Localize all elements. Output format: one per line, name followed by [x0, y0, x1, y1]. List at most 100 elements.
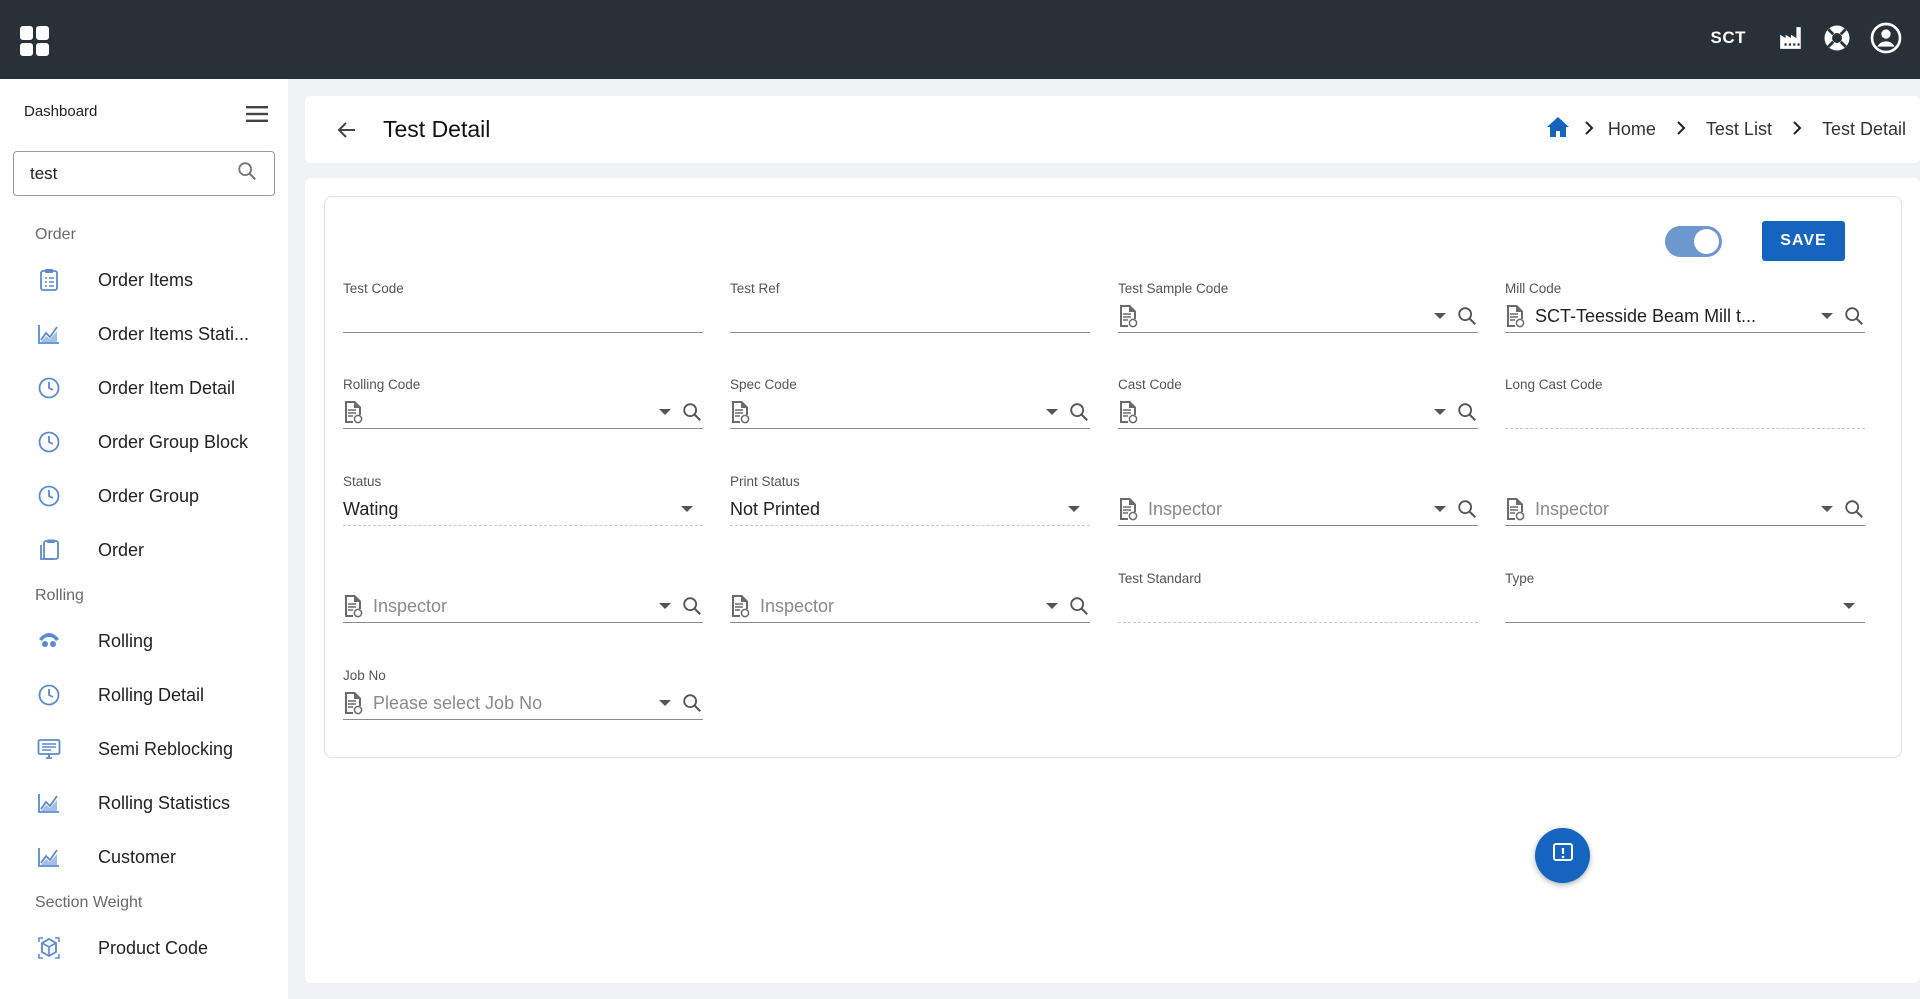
monitor-icon	[36, 736, 62, 762]
dropdown-arrow-icon[interactable]	[1434, 313, 1446, 319]
sidebar-item-semi-reblocking[interactable]: Semi Reblocking	[0, 722, 288, 776]
type-select[interactable]	[1505, 590, 1865, 623]
print-status-select[interactable]: Not Printed	[730, 493, 1090, 526]
sidebar-search-input[interactable]: test	[13, 151, 275, 196]
dropdown-arrow-icon[interactable]	[659, 700, 671, 706]
breadcrumb-home[interactable]: Home	[1608, 119, 1656, 140]
document-icon	[1120, 305, 1138, 328]
test-detail-form: SAVE Test Code Test Ref Test Sample Code	[324, 196, 1902, 758]
breadcrumb-test-list[interactable]: Test List	[1706, 119, 1772, 140]
sidebar-nav: Order Order Items Order Items Stati... O…	[0, 216, 288, 975]
search-icon[interactable]	[681, 692, 703, 714]
back-arrow-icon[interactable]	[335, 118, 359, 147]
page-header: Test Detail Home Test List Test Detail	[305, 96, 1920, 163]
document-icon	[345, 595, 363, 618]
dropdown-arrow-icon[interactable]	[1434, 409, 1446, 415]
sidebar-item-order-group[interactable]: Order Group	[0, 469, 288, 523]
field-value: SCT-Teesside Beam Mill t...	[1535, 305, 1757, 326]
factory-icon[interactable]	[1778, 25, 1804, 51]
sidebar: Dashboard test Order Order Items Order I…	[0, 79, 288, 999]
dropdown-arrow-icon[interactable]	[1821, 313, 1833, 319]
save-button[interactable]: SAVE	[1762, 221, 1845, 261]
cast-code-select[interactable]	[1118, 396, 1478, 429]
sidebar-item-order-items-statistics[interactable]: Order Items Stati...	[0, 307, 288, 361]
org-label[interactable]: SCT	[1711, 28, 1747, 48]
account-icon[interactable]	[1870, 22, 1902, 54]
spec-code-select[interactable]	[730, 396, 1090, 429]
field-value: Not Printed	[730, 498, 821, 519]
page-title: Test Detail	[383, 116, 491, 142]
sidebar-item-order-group-block[interactable]: Order Group Block	[0, 415, 288, 469]
search-icon[interactable]	[236, 160, 258, 187]
mill-code-select[interactable]: SCT-Teesside Beam Mill t...	[1505, 300, 1865, 333]
test-code-field: Test Code	[343, 281, 703, 341]
sidebar-item-rolling-statistics[interactable]: Rolling Statistics	[0, 776, 288, 830]
inspector-select-4[interactable]: Inspector	[730, 590, 1090, 623]
dropdown-arrow-icon[interactable]	[659, 603, 671, 609]
content-card: SAVE Test Code Test Ref Test Sample Code	[305, 178, 1920, 983]
test-sample-code-select[interactable]	[1118, 300, 1478, 333]
sidebar-item-product-code[interactable]: Product Code	[0, 921, 288, 975]
long-cast-code-input	[1505, 396, 1865, 429]
sidebar-item-order-items[interactable]: Order Items	[0, 253, 288, 307]
dropdown-arrow-icon[interactable]	[681, 506, 693, 512]
field-label: Spec Code	[730, 377, 797, 392]
sidebar-group-section-weight: Section Weight	[35, 894, 143, 911]
search-icon[interactable]	[1843, 498, 1865, 520]
spec-code-field: Spec Code	[730, 377, 1090, 437]
search-icon[interactable]	[1068, 401, 1090, 423]
support-icon[interactable]	[1822, 23, 1852, 53]
search-icon[interactable]	[1456, 401, 1478, 423]
rolling-icon	[36, 628, 62, 654]
inspector-select-2[interactable]: Inspector	[1505, 493, 1865, 526]
test-ref-input[interactable]	[730, 300, 1090, 333]
field-placeholder: Inspector	[373, 595, 448, 616]
dropdown-arrow-icon[interactable]	[1843, 603, 1855, 609]
sidebar-item-rolling[interactable]: Rolling	[0, 614, 288, 668]
menu-icon[interactable]	[246, 105, 268, 128]
document-icon	[732, 595, 750, 618]
document-icon	[1507, 305, 1525, 328]
inspector-select-3[interactable]: Inspector	[343, 590, 703, 623]
dropdown-arrow-icon[interactable]	[1821, 506, 1833, 512]
field-placeholder: Inspector	[1148, 498, 1223, 519]
dropdown-arrow-icon[interactable]	[1434, 506, 1446, 512]
status-select[interactable]: Wating	[343, 493, 703, 526]
field-label: Type	[1505, 571, 1535, 586]
inspector-field-4: Inspector	[730, 571, 1090, 631]
dropdown-arrow-icon[interactable]	[1046, 603, 1058, 609]
search-icon[interactable]	[681, 401, 703, 423]
search-icon[interactable]	[1843, 305, 1865, 327]
field-placeholder: Inspector	[1535, 498, 1610, 519]
home-icon[interactable]	[1546, 116, 1570, 143]
sidebar-item-rolling-detail[interactable]: Rolling Detail	[0, 668, 288, 722]
feedback-button[interactable]	[1535, 828, 1590, 883]
sidebar-item-order-item-detail[interactable]: Order Item Detail	[0, 361, 288, 415]
inspector-select-1[interactable]: Inspector	[1118, 493, 1478, 526]
search-icon[interactable]	[1456, 305, 1478, 327]
field-label: Mill Code	[1505, 281, 1562, 296]
dropdown-arrow-icon[interactable]	[1046, 409, 1058, 415]
sidebar-item-customer[interactable]: Customer	[0, 830, 288, 884]
rolling-code-select[interactable]	[343, 396, 703, 429]
search-icon[interactable]	[1068, 595, 1090, 617]
document-icon	[1120, 401, 1138, 424]
apps-icon[interactable]	[20, 26, 50, 56]
dropdown-arrow-icon[interactable]	[1068, 506, 1080, 512]
dropdown-arrow-icon[interactable]	[659, 409, 671, 415]
search-icon[interactable]	[1456, 498, 1478, 520]
field-label: Print Status	[730, 474, 800, 489]
inspector-field-2: Inspector	[1505, 474, 1865, 534]
clock-icon	[36, 375, 62, 401]
active-toggle[interactable]	[1663, 223, 1722, 259]
search-icon[interactable]	[681, 595, 703, 617]
sidebar-item-order[interactable]: Order	[0, 523, 288, 577]
sidebar-item-label: Order	[98, 539, 145, 560]
sidebar-item-label: Customer	[98, 846, 177, 867]
test-code-input[interactable]	[343, 300, 703, 333]
field-label: Job No	[343, 668, 386, 683]
sidebar-item-label: Rolling	[98, 630, 154, 651]
type-field: Type	[1505, 571, 1865, 631]
job-no-select[interactable]: Please select Job No	[343, 687, 703, 720]
field-placeholder: Please select Job No	[373, 692, 543, 713]
